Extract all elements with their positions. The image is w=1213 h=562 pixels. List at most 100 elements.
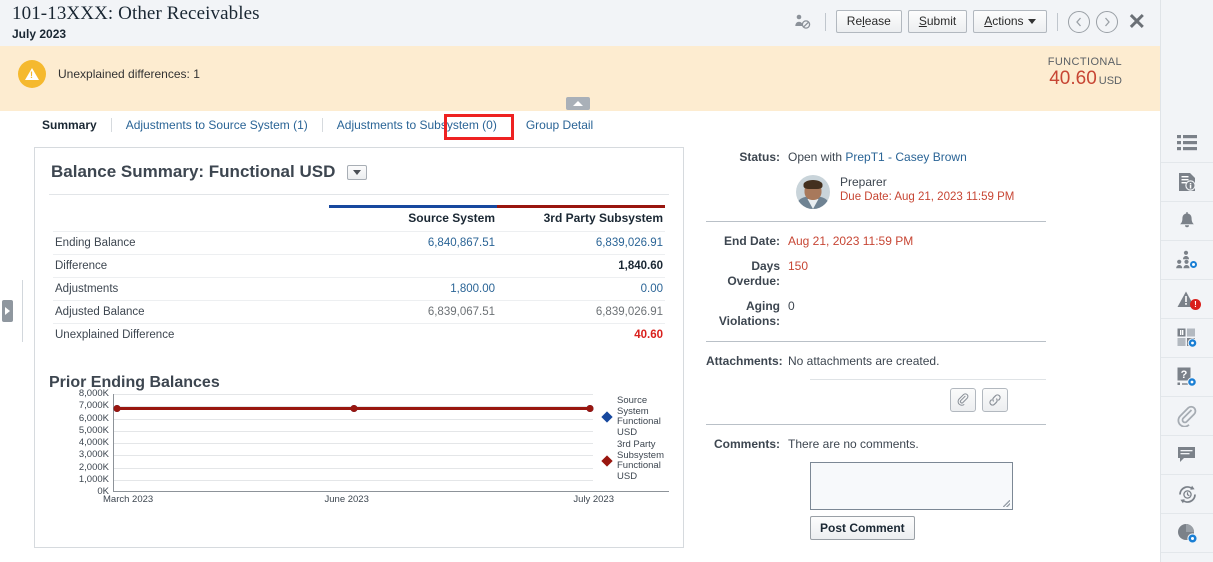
- tab-adjustments-to-source-system[interactable]: Adjustments to Source System (1): [112, 118, 323, 132]
- table-header-row: Source System 3rd Party Subsystem: [53, 205, 665, 232]
- submit-button[interactable]: Submit: [907, 10, 968, 33]
- rail-item-notifications[interactable]: [1161, 202, 1213, 241]
- preparer-due-date: Due Date: Aug 21, 2023 11:59 PM: [840, 191, 1015, 203]
- questions-icon: ?: [1177, 367, 1197, 387]
- previous-record-button[interactable]: [1067, 10, 1090, 33]
- details-divider-3: [706, 424, 1046, 425]
- row-subsystem-value[interactable]: 6,839,026.91: [497, 231, 665, 255]
- chart-y-axis: 0K 1,000K 2,000K 3,000K 4,000K 5,000K 6,000K 7,…: [49, 389, 111, 497]
- end-date-label: End Date:: [723, 234, 780, 248]
- comment-input[interactable]: [810, 462, 1013, 510]
- chevron-right-icon: [5, 307, 10, 315]
- rail-item-document-info[interactable]: [1161, 163, 1213, 202]
- rail-item-list[interactable]: [1161, 124, 1213, 163]
- right-icon-rail: ! ?: [1160, 0, 1213, 562]
- row-source-value: [329, 254, 497, 278]
- functional-currency: USD: [1098, 75, 1122, 87]
- table-row: Unexplained Difference 40.60: [53, 323, 665, 346]
- y-tick-label: 1,000K: [78, 473, 109, 485]
- alert-left: Unexplained differences: 1: [0, 46, 200, 88]
- comments-value: There are no comments.: [788, 437, 919, 451]
- chevron-up-icon: [573, 101, 583, 106]
- expand-left-panel-button[interactable]: [2, 300, 13, 322]
- chart-title: Prior Ending Balances: [49, 374, 220, 391]
- comments-row: Comments: There are no comments.: [706, 437, 1046, 452]
- chart-plot-area: [113, 394, 669, 492]
- status-label: Status:: [739, 150, 780, 164]
- status-row: Status: Open with PrepT1 - Casey Brown: [706, 150, 1046, 165]
- x-tick-label: July 2023: [573, 494, 614, 505]
- balance-summary-table: Source System 3rd Party Subsystem Ending…: [53, 205, 665, 346]
- rail-item-comments[interactable]: [1161, 436, 1213, 475]
- row-label: Adjusted Balance: [53, 300, 329, 324]
- balance-summary-card: Balance Summary: Functional USD Source S…: [34, 147, 684, 548]
- table-row: Adjustments 1,800.00 0.00: [53, 277, 665, 301]
- tab-summary[interactable]: Summary: [28, 118, 112, 132]
- header-actions: Release Submit Actions ✕: [791, 0, 1160, 33]
- close-button[interactable]: ✕: [1124, 10, 1150, 32]
- x-tick-label: June 2023: [324, 494, 369, 505]
- functional-amount-wrap: 40.60 USD: [1048, 68, 1122, 92]
- details-divider-1: [706, 221, 1046, 222]
- balance-summary-dropdown-button[interactable]: [347, 164, 368, 180]
- chart-data-point[interactable]: [350, 405, 357, 413]
- paperclip-icon[interactable]: [950, 388, 976, 412]
- alert-message: Unexplained differences: 1: [58, 67, 200, 81]
- x-tick-label: March 2023: [103, 494, 154, 505]
- row-source-value[interactable]: 1,800.00: [329, 277, 497, 301]
- end-date-value: Aug 21, 2023 11:59 PM: [788, 234, 914, 248]
- attachments-label: Attachments:: [706, 354, 783, 368]
- rail-item-alerts[interactable]: !: [1161, 280, 1213, 319]
- details-divider-2: [706, 341, 1046, 342]
- avatar: [796, 175, 830, 209]
- row-label: Ending Balance: [53, 231, 329, 255]
- days-overdue-row: Days Overdue: 150: [706, 259, 1046, 289]
- release-button[interactable]: Release: [835, 10, 902, 33]
- link-icon[interactable]: [982, 388, 1008, 412]
- prior-ending-balances-chart: Prior Ending Balances 0K 1,000K 2,000K 3,00…: [49, 374, 683, 506]
- workflow-users-icon: [1176, 250, 1198, 270]
- rail-item-questions[interactable]: ?: [1161, 358, 1213, 397]
- y-tick-label: 4,000K: [78, 437, 109, 448]
- status-assignee-link[interactable]: PrepT1 - Casey Brown: [845, 150, 966, 164]
- user-settings-icon[interactable]: [791, 11, 815, 33]
- rail-spacer: [1161, 0, 1213, 124]
- rail-item-history[interactable]: [1161, 475, 1213, 514]
- tab-adjustments-to-subsystem[interactable]: Adjustments to Subsystem (0): [323, 118, 512, 132]
- y-tick-label: 8,000K: [78, 388, 109, 399]
- next-record-button[interactable]: [1095, 10, 1118, 33]
- chart-gridline: [114, 455, 593, 457]
- row-subsystem-value[interactable]: 0.00: [497, 277, 665, 301]
- legend-item[interactable]: Source System Functional USD: [601, 395, 671, 438]
- chart-data-point[interactable]: [113, 405, 121, 413]
- chart-gridline: [114, 443, 593, 444]
- actions-menu-button[interactable]: Actions: [973, 10, 1047, 33]
- chart-gridline: [114, 479, 593, 481]
- rail-item-workflow-users[interactable]: [1161, 241, 1213, 280]
- table-row: Difference 1,840.60: [53, 254, 665, 278]
- tab-bar: Summary Adjustments to Source System (1)…: [0, 111, 1160, 139]
- rail-item-attachments[interactable]: [1161, 397, 1213, 436]
- legend-item[interactable]: 3rd Party Subsystem Functional USD: [601, 439, 671, 482]
- post-comment-button[interactable]: Post Comment: [810, 516, 915, 540]
- row-source-value[interactable]: 6,840,867.51: [329, 231, 497, 255]
- rail-item-schedule[interactable]: [1161, 514, 1213, 553]
- chart-data-point[interactable]: [586, 405, 594, 413]
- chart-gridline: [114, 430, 593, 432]
- aging-violations-label: Aging Violations:: [718, 299, 780, 328]
- list-icon: [1177, 134, 1197, 152]
- row-source-value: 6,839,067.51: [329, 300, 497, 324]
- preparer-info: Preparer Due Date: Aug 21, 2023 11:59 PM: [840, 175, 1014, 205]
- balance-summary-title: Balance Summary: Functional USD: [51, 162, 336, 181]
- details-panel: Status: Open with PrepT1 - Casey Brown P…: [706, 150, 1046, 540]
- column-header-source-system: Source System: [329, 205, 497, 232]
- y-tick-label: 5,000K: [78, 424, 109, 436]
- card-divider: [49, 194, 669, 195]
- chart-gridline: [114, 467, 593, 469]
- toolbar-divider-1: [824, 12, 826, 31]
- rail-item-dashboard-tiles[interactable]: [1161, 319, 1213, 358]
- document-info-icon: [1178, 172, 1197, 192]
- balance-summary-title-row: Balance Summary: Functional USD: [35, 148, 683, 182]
- tab-group-detail[interactable]: Group Detail: [512, 118, 607, 132]
- collapse-banner-button[interactable]: [566, 97, 590, 110]
